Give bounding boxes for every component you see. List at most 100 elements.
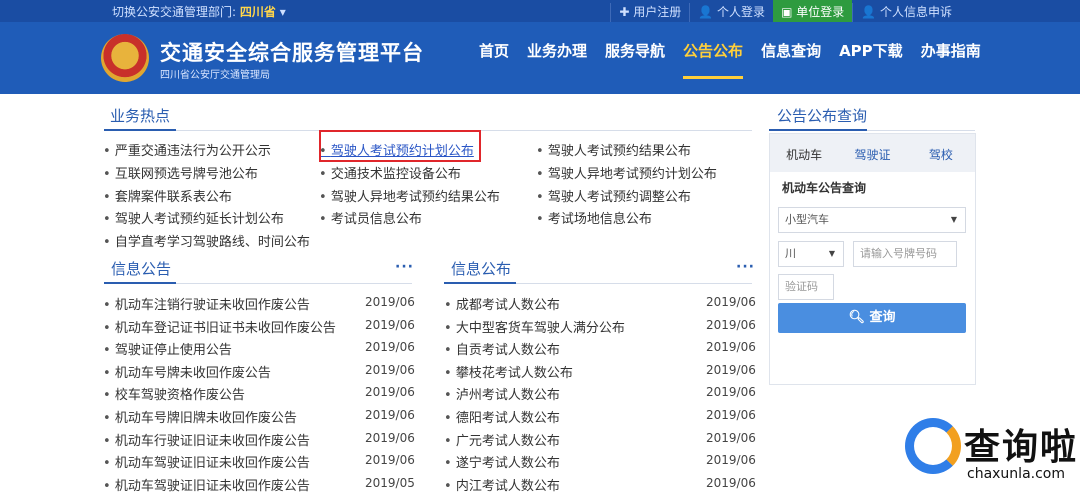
pub-more-button[interactable]: ··· — [736, 259, 755, 275]
news-date: 2019/06 — [365, 340, 415, 355]
news-date: 2019/05 — [365, 475, 415, 490]
nav-handling-guide[interactable]: 办事指南 — [912, 22, 990, 94]
hot-item[interactable]: 交通技术监控设备公布 — [319, 163, 461, 182]
news-item[interactable]: 机动车号牌旧牌未收回作废公告 — [103, 407, 297, 426]
province-abbr-value: 川 — [785, 247, 796, 260]
vehicle-type-value: 小型汽车 — [785, 213, 829, 226]
news-date: 2019/06 — [706, 453, 756, 468]
query-panel: 机动车 驾驶证 驾校 机动车公告查询 小型汽车 ▼ 川 ▼ 请输入号牌号码 验证… — [769, 133, 976, 385]
news-date: 2019/06 — [706, 385, 756, 400]
nav-info-query[interactable]: 信息查询 — [752, 22, 830, 94]
captcha-input[interactable]: 验证码 — [778, 274, 834, 300]
news-date: 2019/06 — [365, 385, 415, 400]
news-date: 2019/06 — [365, 295, 415, 309]
news-item[interactable]: 机动车登记证书旧证书未收回作废公告 — [103, 317, 336, 336]
user-register-link[interactable]: ✚ 用户注册 — [610, 3, 689, 22]
news-item[interactable]: 攀枝花考试人数公布 — [444, 362, 573, 381]
news-item[interactable]: 机动车号牌未收回作废公告 — [103, 362, 271, 381]
nav-home[interactable]: 首页 — [470, 22, 518, 94]
hot-item[interactable]: 驾驶人异地考试预约结果公布 — [319, 186, 500, 205]
highlight-box — [319, 130, 481, 162]
watermark-text: 查询啦 — [964, 427, 1079, 468]
news-date: 2019/06 — [706, 362, 756, 377]
top-bar: 切换公安交通管理部门: 四川省 ▾ ✚ 用户注册 👤 个人登录 ▣ 单位登录 👤… — [0, 0, 1080, 22]
query-tabs: 机动车 驾驶证 驾校 — [770, 134, 975, 172]
hot-item[interactable]: 自学直考学习驾驶路线、时间公布 — [103, 231, 310, 250]
site-title[interactable]: 交通安全综合服务管理平台 — [160, 37, 424, 67]
hot-item[interactable]: 互联网预选号牌号池公布 — [103, 163, 258, 182]
news-date: 2019/06 — [365, 408, 415, 422]
query-button-label: 查询 — [869, 310, 896, 325]
info-appeal-link[interactable]: 👤 个人信息申诉 — [852, 3, 960, 22]
site-header: 交通安全综合服务管理平台 四川省公安厅交通管理局 首页 业务办理 服务导航 公告… — [0, 22, 1080, 94]
news-date: 2019/06 — [706, 430, 756, 445]
nav-app-download[interactable]: APP下载 — [830, 22, 912, 94]
plate-number-input[interactable]: 请输入号牌号码 — [853, 241, 957, 267]
tab-driving-school[interactable]: 驾校 — [907, 134, 975, 172]
news-item[interactable]: 成都考试人数公布 — [444, 294, 560, 313]
news-date: 2019/06 — [706, 340, 756, 355]
news-item[interactable]: 机动车行驶证旧证未收回作废公告 — [103, 430, 310, 449]
hot-item[interactable]: 考试员信息公布 — [319, 208, 422, 227]
hot-section-underline — [104, 129, 176, 131]
hot-item[interactable]: 驾驶人考试预约结果公布 — [536, 140, 691, 159]
watermark-logo-icon — [905, 418, 965, 478]
news-item[interactable]: 遂宁考试人数公布 — [444, 452, 560, 471]
hot-item[interactable]: 严重交通违法行为公开公示 — [103, 140, 271, 159]
info-section-underline — [104, 282, 176, 284]
news-item[interactable]: 泸州考试人数公布 — [444, 384, 560, 403]
unit-login-link[interactable]: ▣ 单位登录 — [773, 0, 853, 22]
news-date: 2019/06 — [365, 453, 415, 468]
tab-license[interactable]: 驾驶证 — [838, 134, 906, 172]
news-item[interactable]: 机动车注销行驶证未收回作废公告 — [103, 294, 310, 313]
hot-item[interactable]: 套牌案件联系表公布 — [103, 186, 232, 205]
news-date: 2019/06 — [706, 295, 756, 309]
caret-down-icon: ▼ — [950, 215, 957, 224]
news-date: 2019/06 — [365, 317, 415, 332]
info-section-title: 信息公告 — [111, 260, 172, 278]
nav-business[interactable]: 业务办理 — [518, 22, 596, 94]
hot-item[interactable]: 驾驶人考试预约延长计划公布 — [103, 208, 284, 227]
news-item[interactable]: 广元考试人数公布 — [444, 430, 560, 449]
hot-item[interactable]: 驾驶人异地考试预约计划公布 — [536, 163, 717, 182]
query-section-underline — [769, 129, 867, 131]
pub-section-underline — [444, 282, 516, 284]
news-date: 2019/06 — [706, 408, 756, 422]
news-item[interactable]: 德阳考试人数公布 — [444, 407, 560, 426]
news-item[interactable]: 大中型客货车驾驶人满分公布 — [444, 317, 625, 336]
vehicle-type-select[interactable]: 小型汽车 ▼ — [778, 207, 966, 233]
query-subtitle: 机动车公告查询 — [782, 181, 867, 195]
nav-announcements[interactable]: 公告公布 — [674, 22, 752, 94]
caret-down-icon: ▾ — [279, 5, 286, 19]
province-select[interactable]: 四川省 — [240, 5, 276, 19]
query-section-title: 公告公布查询 — [777, 107, 868, 125]
hot-item[interactable]: 考试场地信息公布 — [536, 208, 652, 227]
news-item[interactable]: 驾驶证停止使用公告 — [103, 339, 232, 358]
news-item[interactable]: 机动车驾驶证旧证未收回作废公告 — [103, 475, 310, 494]
tab-vehicle[interactable]: 机动车 — [770, 134, 838, 172]
news-item[interactable]: 机动车驾驶证旧证未收回作废公告 — [103, 452, 310, 471]
news-date: 2019/06 — [706, 317, 756, 332]
nav-service-guide[interactable]: 服务导航 — [596, 22, 674, 94]
news-item[interactable]: 校车驾驶资格作废公告 — [103, 384, 245, 403]
news-date: 2019/06 — [706, 475, 756, 490]
hot-section-title: 业务热点 — [110, 107, 171, 125]
top-links: ✚ 用户注册 👤 个人登录 ▣ 单位登录 👤 个人信息申诉 — [610, 0, 960, 22]
search-icon: 🔍︎ — [848, 310, 865, 325]
department-label: 切换公安交通管理部门: — [112, 5, 237, 19]
pub-section-title: 信息公布 — [451, 260, 512, 278]
info-more-button[interactable]: ··· — [395, 259, 414, 275]
hot-item[interactable]: 驾驶人考试预约调整公布 — [536, 186, 691, 205]
site-subtitle: 四川省公安厅交通管理局 — [160, 70, 270, 81]
province-abbr-select[interactable]: 川 ▼ — [778, 241, 844, 267]
unit-login-label: 单位登录 — [796, 5, 845, 19]
personal-login-link[interactable]: 👤 个人登录 — [689, 3, 773, 22]
news-item[interactable]: 自贡考试人数公布 — [444, 339, 560, 358]
news-date: 2019/06 — [365, 362, 415, 377]
news-item[interactable]: 内江考试人数公布 — [444, 475, 560, 494]
news-date: 2019/06 — [365, 430, 415, 445]
query-button[interactable]: 🔍︎ 查询 — [778, 303, 966, 333]
department-switcher[interactable]: 切换公安交通管理部门: 四川省 ▾ — [112, 3, 286, 20]
caret-down-icon: ▼ — [828, 249, 835, 258]
police-emblem-icon — [101, 34, 149, 82]
